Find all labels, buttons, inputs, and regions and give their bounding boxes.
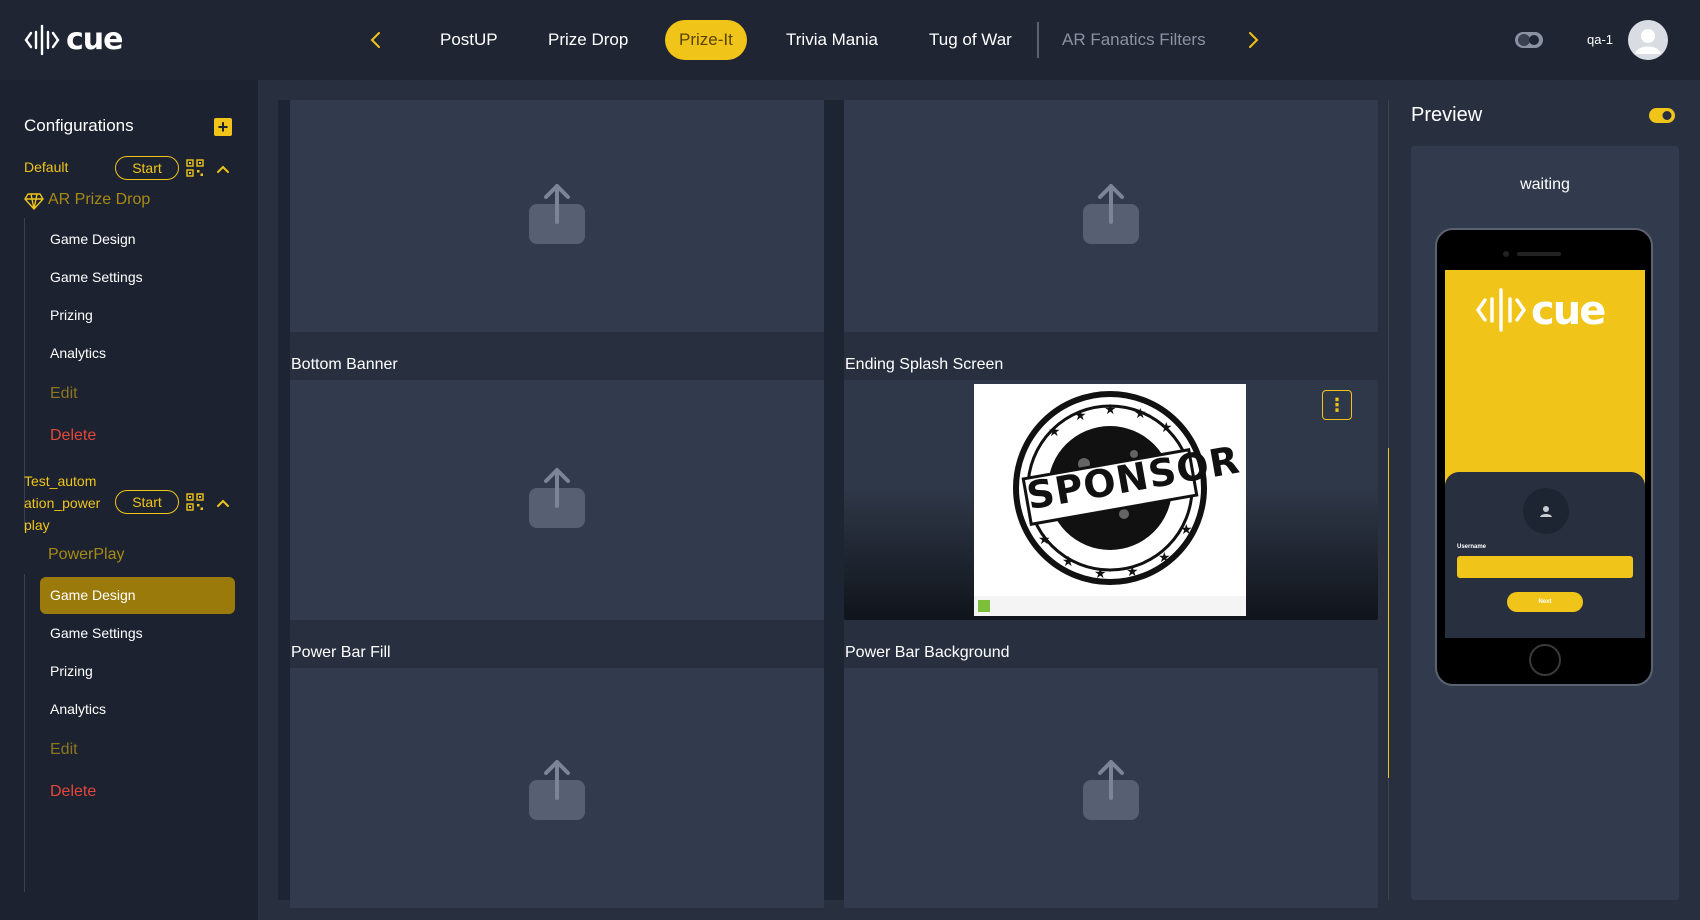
- menu-game-settings[interactable]: Game Settings: [40, 615, 235, 652]
- preview-box: waiting cue Username Next: [1411, 146, 1679, 900]
- start-button-default[interactable]: Start: [115, 156, 179, 180]
- chevron-up-icon[interactable]: [216, 498, 230, 508]
- app-logo[interactable]: cue: [24, 22, 123, 57]
- menu-prizing[interactable]: Prizing: [40, 297, 235, 334]
- svg-text:★: ★: [1158, 549, 1171, 565]
- menu-delete[interactable]: Delete: [40, 417, 235, 454]
- start-button-powerplay[interactable]: Start: [115, 490, 179, 514]
- more-options-button[interactable]: ⋮: [1322, 390, 1352, 420]
- upload-icon: [1083, 184, 1139, 244]
- phone-mockup: cue Username Next: [1435, 228, 1653, 686]
- svg-text:★: ★: [1038, 531, 1051, 547]
- tab-divider: [1037, 22, 1039, 58]
- tabs-next-button[interactable]: [1241, 26, 1265, 54]
- phone-avatar: [1523, 488, 1569, 534]
- chevron-up-icon[interactable]: [216, 164, 230, 174]
- preview-toggle[interactable]: [1649, 108, 1675, 123]
- game-type-label: AR Prize Drop: [48, 191, 151, 208]
- menu-game-design[interactable]: Game Design: [40, 221, 235, 258]
- tab-postup[interactable]: PostUP: [426, 20, 512, 60]
- theme-toggle-icon: [1515, 32, 1543, 48]
- config-name-line: Test_autom: [24, 473, 97, 489]
- svg-text:★: ★: [1180, 521, 1193, 537]
- tab-prize-it[interactable]: Prize-It: [665, 20, 747, 60]
- menu-game-design[interactable]: Game Design: [40, 577, 235, 614]
- user-icon: [1635, 29, 1661, 54]
- user-name: qa-1: [1587, 32, 1614, 47]
- qr-code-icon[interactable]: [186, 493, 204, 511]
- power-bar-fill-upload[interactable]: [290, 668, 824, 908]
- cue-logo-icon: [24, 24, 60, 55]
- svg-text:★: ★: [1104, 401, 1117, 417]
- svg-text:★: ★: [1062, 553, 1075, 569]
- config-name-default[interactable]: Default: [24, 156, 68, 178]
- column-gutter: [278, 100, 290, 900]
- tab-tug-of-war[interactable]: Tug of War: [915, 20, 1026, 60]
- chevron-left-icon: [370, 32, 380, 48]
- menu-analytics[interactable]: Analytics: [40, 691, 235, 728]
- bottom-banner-label: Bottom Banner: [291, 356, 398, 373]
- preview-title: Preview: [1411, 104, 1483, 126]
- tab-prize-drop[interactable]: Prize Drop: [534, 20, 642, 60]
- phone-screen: cue Username Next: [1445, 270, 1645, 638]
- phone-logo-text: cue: [1531, 288, 1606, 334]
- preview-panel: Preview waiting cue Username Next: [1389, 80, 1700, 920]
- config-name-line: ation_power: [24, 495, 101, 511]
- column-gutter: [824, 100, 844, 900]
- bottom-banner-upload[interactable]: [290, 380, 824, 620]
- svg-text:★: ★: [1160, 419, 1173, 435]
- logo-text: cue: [66, 22, 123, 57]
- game-type-label: PowerPlay: [48, 546, 125, 563]
- ending-splash-label: Ending Splash Screen: [845, 356, 1004, 373]
- user-icon: [1540, 506, 1552, 517]
- phone-next-button: Next: [1507, 592, 1583, 612]
- phone-username-input: [1457, 556, 1633, 578]
- svg-text:★: ★: [1074, 407, 1087, 423]
- diamond-icon: [24, 193, 44, 210]
- asset-grid: Bottom Banner Ending Splash Screen ★ ★ ★ ★ ★…: [258, 80, 1389, 920]
- phone-camera: [1503, 251, 1509, 257]
- upload-icon: [529, 184, 585, 244]
- svg-text:★: ★: [1048, 423, 1061, 439]
- svg-text:★: ★: [1134, 405, 1147, 421]
- upload-icon: [529, 760, 585, 820]
- user-avatar[interactable]: [1628, 20, 1668, 60]
- config-name-test-automation-powerplay[interactable]: Test_autom ation_power play: [24, 470, 100, 536]
- menu-edit[interactable]: Edit: [40, 375, 235, 412]
- menu-analytics[interactable]: Analytics: [40, 335, 235, 372]
- svg-text:★: ★: [1094, 565, 1107, 581]
- power-bar-background-upload[interactable]: [844, 668, 1378, 908]
- upload-icon: [1083, 760, 1139, 820]
- configurations-title: Configurations: [24, 116, 134, 135]
- add-configuration-button[interactable]: +: [214, 118, 232, 136]
- phone-home-button: [1529, 644, 1561, 676]
- preview-status: waiting: [1520, 176, 1570, 193]
- menu-prizing[interactable]: Prizing: [40, 653, 235, 690]
- sidebar: Configurations + Default Start AR Prize …: [0, 80, 258, 920]
- chevron-right-icon: [1249, 32, 1259, 48]
- phone-username-label: Username: [1457, 544, 1487, 550]
- upload-card[interactable]: [844, 100, 1378, 332]
- tab-trivia-mania[interactable]: Trivia Mania: [772, 20, 892, 60]
- menu-edit[interactable]: Edit: [40, 731, 235, 768]
- ending-splash-preview[interactable]: ★ ★ ★ ★ ★ ★ ★ ★ ★ ★ ★ SPONSOR ⋮: [844, 380, 1378, 620]
- menu-game-settings[interactable]: Game Settings: [40, 259, 235, 296]
- phone-speaker: [1517, 252, 1561, 256]
- top-bar: cue PostUP Prize Drop Prize-It Trivia Ma…: [0, 0, 1700, 80]
- power-bar-background-label: Power Bar Background: [845, 644, 1010, 661]
- tab-ar-fanatics-filters[interactable]: AR Fanatics Filters: [1048, 20, 1220, 60]
- power-bar-fill-label: Power Bar Fill: [291, 644, 391, 661]
- upload-icon: [529, 468, 585, 528]
- tabs-prev-button[interactable]: [364, 26, 388, 54]
- config-name-line: play: [24, 517, 50, 533]
- qr-code-icon[interactable]: [186, 159, 204, 177]
- tree-line: [24, 574, 25, 892]
- menu-delete[interactable]: Delete: [40, 773, 235, 810]
- phone-login-card: Username Next: [1445, 472, 1645, 638]
- upload-card[interactable]: [290, 100, 824, 332]
- sponsor-image: ★ ★ ★ ★ ★ ★ ★ ★ ★ ★ ★ SPONSOR: [974, 384, 1246, 616]
- theme-toggle[interactable]: [1514, 30, 1544, 50]
- svg-text:★: ★: [1126, 563, 1139, 579]
- phone-logo: cue: [1475, 286, 1619, 339]
